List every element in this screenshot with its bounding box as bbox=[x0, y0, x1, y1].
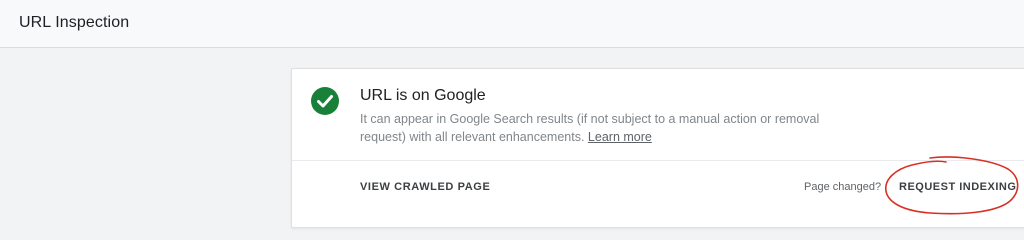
check-circle-icon bbox=[311, 87, 339, 115]
status-title: URL is on Google bbox=[360, 87, 486, 104]
page-header: URL Inspection bbox=[0, 0, 1024, 48]
status-card: URL is on Google It can appear in Google… bbox=[291, 68, 1024, 228]
page-changed-label: Page changed? bbox=[804, 181, 882, 193]
view-crawled-page-button[interactable]: VIEW CRAWLED PAGE bbox=[360, 181, 490, 193]
page-title: URL Inspection bbox=[19, 14, 130, 31]
status-description: It can appear in Google Search results (… bbox=[360, 110, 820, 146]
request-indexing-button[interactable]: REQUEST INDEXING bbox=[899, 181, 1016, 193]
card-divider bbox=[292, 160, 1024, 161]
learn-more-link[interactable]: Learn more bbox=[588, 130, 652, 144]
